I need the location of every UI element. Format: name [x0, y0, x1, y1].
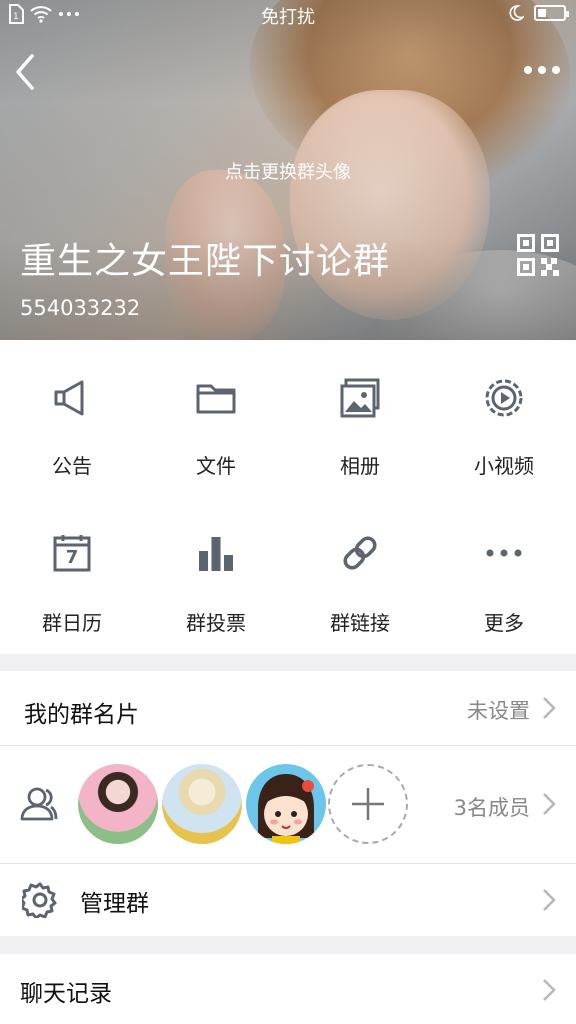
feature-files[interactable]: 文件: [144, 340, 288, 497]
group-id: 554033232: [20, 296, 141, 320]
manage-group-row[interactable]: 管理群: [0, 864, 576, 936]
photo-album-icon: [340, 378, 380, 418]
feature-announcement[interactable]: 公告: [0, 340, 144, 497]
feature-calendar[interactable]: 7 群日历: [0, 497, 144, 654]
folder-icon: [196, 384, 236, 414]
feature-label: 更多: [484, 611, 524, 635]
megaphone-icon: [54, 380, 84, 416]
plus-icon: [352, 788, 384, 820]
feature-vote[interactable]: 群投票: [144, 497, 288, 654]
more-options-button[interactable]: [522, 60, 562, 80]
my-group-card-label: 我的群名片: [24, 702, 139, 728]
member-avatar[interactable]: [78, 764, 158, 844]
my-group-card-row[interactable]: 我的群名片 未设置: [0, 671, 576, 745]
feature-label: 文件: [196, 454, 236, 478]
feature-link[interactable]: 群链接: [288, 497, 432, 654]
calendar-day: 7: [65, 547, 79, 568]
chevron-right-icon: [543, 979, 556, 1001]
member-avatar[interactable]: [162, 764, 242, 844]
feature-label: 小视频: [474, 454, 534, 478]
back-button[interactable]: [10, 50, 46, 94]
feature-more[interactable]: 更多: [432, 497, 576, 654]
feature-label: 群链接: [330, 611, 390, 635]
group-cover-header[interactable]: 1 免打扰 点击更换群头像 重生之女王陛下讨论群 554033232: [0, 0, 576, 340]
feature-label: 群投票: [186, 611, 246, 635]
manage-group-label: 管理群: [80, 891, 149, 917]
add-member-button[interactable]: [328, 764, 408, 844]
my-group-card-value: 未设置: [467, 699, 530, 723]
feature-label: 群日历: [42, 611, 102, 635]
cartoon-girl-avatar-icon: [258, 774, 314, 844]
gear-icon: [22, 882, 57, 918]
battery-icon: [534, 5, 569, 21]
group-name: 重生之女王陛下讨论群: [20, 241, 391, 282]
qr-code-button[interactable]: [517, 234, 559, 276]
status-bar: 1 免打扰: [0, 0, 576, 30]
more-dots-icon: [486, 549, 522, 557]
video-play-icon: [485, 379, 523, 417]
feature-grid: 公告 文件 相册 小视频 7 群日历 群投票 群链接 更多: [0, 340, 576, 654]
chevron-right-icon: [543, 889, 556, 911]
chat-history-row[interactable]: 聊天记录: [0, 954, 576, 1024]
moon-icon: [509, 5, 524, 21]
change-avatar-hint[interactable]: 点击更换群头像: [0, 158, 576, 184]
feature-album[interactable]: 相册: [288, 340, 432, 497]
feature-short-video[interactable]: 小视频: [432, 340, 576, 497]
feature-label: 相册: [340, 454, 380, 478]
feature-label: 公告: [52, 454, 92, 478]
member-count: 3名成员: [453, 796, 530, 820]
chevron-right-icon: [543, 793, 556, 815]
member-avatar[interactable]: [246, 764, 326, 844]
link-icon: [343, 536, 377, 570]
members-icon: [20, 787, 58, 821]
do-not-disturb-label: 免打扰: [261, 7, 315, 28]
members-row[interactable]: 3名成员: [0, 746, 576, 863]
bar-chart-icon: [199, 537, 233, 571]
chat-history-label: 聊天记录: [20, 981, 112, 1007]
chevron-right-icon: [543, 697, 556, 719]
